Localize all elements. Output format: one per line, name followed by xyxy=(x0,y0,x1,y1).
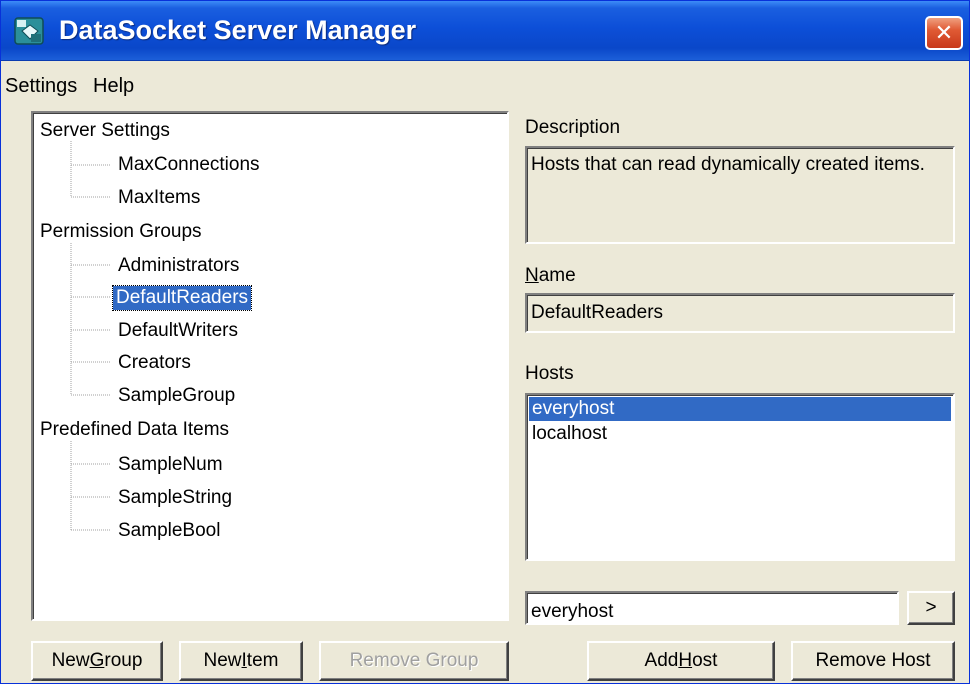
tree-item-samplenum[interactable]: SampleNum xyxy=(115,453,226,477)
tree-group-server-settings[interactable]: Server Settings xyxy=(37,119,173,143)
tree-item-administrators[interactable]: Administrators xyxy=(115,254,242,278)
menu-help[interactable]: Help xyxy=(93,75,134,98)
tree-group-predefined-data-items[interactable]: Predefined Data Items xyxy=(37,418,232,442)
menu-bar: Settings Help xyxy=(1,73,969,101)
add-host-label-post: ost xyxy=(692,650,718,671)
description-label: Description xyxy=(525,117,621,138)
new-group-button[interactable]: New Group xyxy=(31,641,163,681)
name-label: Name xyxy=(525,265,576,287)
new-group-label-key: G xyxy=(89,650,105,671)
host-input[interactable] xyxy=(525,591,899,625)
name-field: DefaultReaders xyxy=(525,293,955,333)
tree-item-maxconnections[interactable]: MaxConnections xyxy=(115,153,263,177)
close-button[interactable]: ✕ xyxy=(925,16,963,50)
remove-host-button[interactable]: Remove Host xyxy=(791,641,955,681)
settings-tree[interactable]: Server Settings MaxConnections MaxItems … xyxy=(31,111,509,621)
title-bar[interactable]: DataSocket Server Manager ✕ xyxy=(1,1,969,61)
tree-item-samplegroup[interactable]: SampleGroup xyxy=(115,384,238,408)
host-arrow-button[interactable]: > xyxy=(907,591,955,625)
datasocket-app-icon xyxy=(14,17,44,45)
new-group-label-pre: New xyxy=(51,650,90,671)
window-title: DataSocket Server Manager xyxy=(59,15,417,45)
hosts-list[interactable]: everyhost localhost xyxy=(525,393,955,561)
arrow-right-icon: > xyxy=(925,597,937,618)
new-item-label-pre: New xyxy=(203,650,242,671)
tree-item-defaultreaders[interactable]: DefaultReaders xyxy=(111,285,253,311)
tree-group-permission-groups[interactable]: Permission Groups xyxy=(37,220,205,244)
hosts-label: Hosts xyxy=(525,363,574,384)
tree-item-defaultwriters[interactable]: DefaultWriters xyxy=(115,319,241,343)
add-host-label-key: H xyxy=(678,650,693,671)
menu-settings[interactable]: Settings xyxy=(5,75,77,98)
new-item-label-post: tem xyxy=(246,650,279,671)
name-label-rest: ame xyxy=(538,265,576,286)
tree-connector-lines xyxy=(70,141,111,531)
remove-group-button[interactable]: Remove Group xyxy=(319,641,509,681)
close-icon: ✕ xyxy=(934,20,954,45)
new-item-button[interactable]: New Item xyxy=(179,641,303,681)
name-label-accel: N xyxy=(525,265,539,286)
host-item-everyhost[interactable]: everyhost xyxy=(529,397,951,421)
host-item-localhost[interactable]: localhost xyxy=(529,422,951,446)
tree-item-samplestring[interactable]: SampleString xyxy=(115,486,235,510)
tree-item-creators[interactable]: Creators xyxy=(115,351,194,375)
description-field: Hosts that can read dynamically created … xyxy=(525,146,955,244)
new-group-label-post: roup xyxy=(104,650,143,671)
add-host-button[interactable]: Add Host xyxy=(587,641,775,681)
tree-item-samplebool[interactable]: SampleBool xyxy=(115,519,223,543)
tree-item-maxitems[interactable]: MaxItems xyxy=(115,186,203,210)
add-host-label-pre: Add xyxy=(644,650,679,671)
app-window: DataSocket Server Manager ✕ Settings Hel… xyxy=(0,0,970,684)
